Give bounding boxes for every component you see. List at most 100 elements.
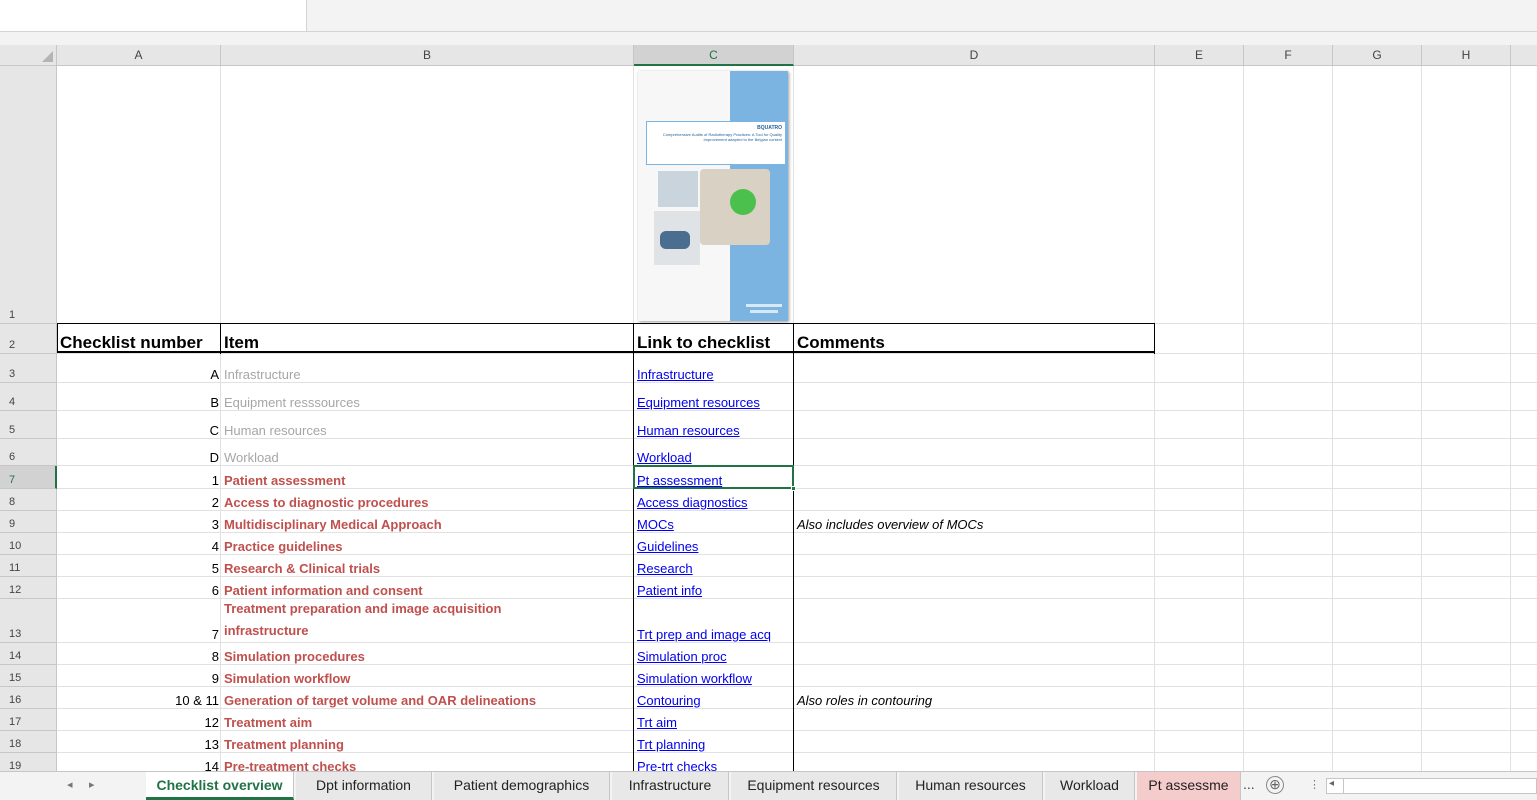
next-sheet-icon[interactable]: ▸ (89, 778, 95, 791)
sheet-tab-human-resources[interactable]: Human resources (899, 772, 1043, 800)
checklist-link[interactable]: MOCs (634, 511, 793, 533)
sheet-tab-dpt-information[interactable]: Dpt information (296, 772, 432, 800)
header-comments[interactable]: Comments (794, 324, 1155, 354)
checklist-link[interactable]: Pre-trt checks (634, 753, 793, 771)
checklist-number[interactable]: 8 (57, 643, 221, 665)
item-name[interactable]: Treatment planning (221, 731, 634, 753)
checklist-link[interactable]: Pt assessment (634, 466, 793, 489)
checklist-number[interactable]: 1 (57, 466, 221, 489)
select-all-corner[interactable] (0, 45, 57, 66)
row-header-18[interactable]: 18 (0, 731, 57, 753)
checklist-number[interactable]: 14 (57, 753, 221, 771)
splitter-icon[interactable]: ⋮ (1309, 778, 1320, 791)
checklist-number[interactable]: 7 (57, 599, 221, 643)
item-name[interactable]: Simulation procedures (221, 643, 634, 665)
item-name[interactable]: Generation of target volume and OAR deli… (221, 687, 634, 709)
row-header-17[interactable]: 17 (0, 709, 57, 731)
row-header-15[interactable]: 15 (0, 665, 57, 687)
column-header-c[interactable]: C (634, 45, 794, 66)
column-header-a[interactable]: A (57, 45, 221, 66)
sheet-tab-infrastructure[interactable]: Infrastructure (612, 772, 729, 800)
row-header-10[interactable]: 10 (0, 533, 57, 555)
item-name[interactable]: Workload (221, 439, 634, 466)
column-header-f[interactable]: F (1244, 45, 1333, 66)
comment-text[interactable]: Also roles in contouring (794, 687, 1155, 709)
checklist-number[interactable]: 9 (57, 665, 221, 687)
checklist-link[interactable]: Workload (634, 439, 793, 466)
more-tabs-button[interactable]: ... (1243, 776, 1255, 792)
fill-handle[interactable] (791, 486, 796, 491)
spreadsheet-grid[interactable]: ABCDEFGH12345678910111213141516171819202… (0, 45, 1537, 771)
row-header-12[interactable]: 12 (0, 577, 57, 599)
sheet-tab-pt-assessme[interactable]: Pt assessme (1137, 772, 1241, 800)
item-name[interactable]: Treatment preparation and image acquisit… (221, 599, 634, 643)
row-header-14[interactable]: 14 (0, 643, 57, 665)
checklist-number[interactable]: D (57, 439, 221, 466)
column-header-i[interactable] (1511, 45, 1537, 66)
sheet-tab-checklist-overview[interactable]: Checklist overview (146, 772, 294, 800)
item-name[interactable]: Pre-treatment checks (221, 753, 634, 771)
checklist-link[interactable]: Guidelines (634, 533, 793, 555)
prev-sheet-icon[interactable]: ◂ (67, 778, 73, 791)
row-header-19[interactable]: 19 (0, 753, 57, 771)
column-header-h[interactable]: H (1422, 45, 1511, 66)
checklist-number[interactable]: 4 (57, 533, 221, 555)
row-header-3[interactable]: 3 (0, 354, 57, 383)
column-header-d[interactable]: D (794, 45, 1155, 66)
header-item[interactable]: Item (221, 324, 634, 354)
row-header-7[interactable]: 7 (0, 466, 57, 489)
checklist-link[interactable]: Simulation workflow (634, 665, 793, 687)
horizontal-scrollbar[interactable]: ◂ (1326, 778, 1537, 794)
item-name[interactable]: Practice guidelines (221, 533, 634, 555)
checklist-link[interactable]: Access diagnostics (634, 489, 793, 511)
checklist-link[interactable]: Infrastructure (634, 354, 793, 383)
row-header-1[interactable]: 1 (0, 66, 57, 324)
item-name[interactable]: Simulation workflow (221, 665, 634, 687)
item-name[interactable]: Patient information and consent (221, 577, 634, 599)
item-name[interactable]: Patient assessment (221, 466, 634, 489)
checklist-link[interactable]: Equipment resources (634, 383, 793, 411)
column-header-e[interactable]: E (1155, 45, 1244, 66)
scroll-left-icon[interactable]: ◂ (1329, 778, 1334, 789)
item-name[interactable]: Treatment aim (221, 709, 634, 731)
checklist-number[interactable]: 12 (57, 709, 221, 731)
checklist-number[interactable]: 10 & 11 (57, 687, 221, 709)
checklist-number[interactable]: 13 (57, 731, 221, 753)
item-name[interactable]: Infrastructure (221, 354, 634, 383)
item-name[interactable]: Human resources (221, 411, 634, 439)
checklist-link[interactable]: Trt planning (634, 731, 793, 753)
item-name[interactable]: Research & Clinical trials (221, 555, 634, 577)
checklist-number[interactable]: 6 (57, 577, 221, 599)
checklist-link[interactable]: Trt aim (634, 709, 793, 731)
header-link[interactable]: Link to checklist (634, 324, 794, 354)
row-header-11[interactable]: 11 (0, 555, 57, 577)
row-header-13[interactable]: 13 (0, 599, 57, 643)
sheet-tab-patient-demographics[interactable]: Patient demographics (434, 772, 610, 800)
checklist-link[interactable]: Research (634, 555, 793, 577)
checklist-number[interactable]: 5 (57, 555, 221, 577)
checklist-number[interactable]: C (57, 411, 221, 439)
row-header-16[interactable]: 16 (0, 687, 57, 709)
checklist-number[interactable]: 3 (57, 511, 221, 533)
header-checklist-number[interactable]: Checklist number (57, 324, 221, 354)
sheet-tab-equipment-resources[interactable]: Equipment resources (731, 772, 897, 800)
sheet-tab-workload[interactable]: Workload (1045, 772, 1135, 800)
column-header-g[interactable]: G (1333, 45, 1422, 66)
row-header-5[interactable]: 5 (0, 411, 57, 439)
row-header-2[interactable]: 2 (0, 324, 57, 354)
checklist-number[interactable]: B (57, 383, 221, 411)
item-name[interactable]: Equipment resssources (221, 383, 634, 411)
checklist-link[interactable]: Contouring (634, 687, 793, 709)
row-header-6[interactable]: 6 (0, 439, 57, 466)
row-header-8[interactable]: 8 (0, 489, 57, 511)
checklist-link[interactable]: Human resources (634, 411, 793, 439)
checklist-number[interactable]: 2 (57, 489, 221, 511)
name-box[interactable] (0, 0, 307, 32)
checklist-link[interactable]: Trt prep and image acq (634, 599, 793, 643)
column-header-b[interactable]: B (221, 45, 634, 66)
checklist-number[interactable]: A (57, 354, 221, 383)
item-name[interactable]: Access to diagnostic procedures (221, 489, 634, 511)
add-sheet-icon[interactable]: ⊕ (1266, 776, 1284, 794)
report-cover-image[interactable]: BQUATRO Comprehensive Audits of Radiothe… (638, 71, 788, 321)
item-name[interactable]: Multidisciplinary Medical Approach (221, 511, 634, 533)
